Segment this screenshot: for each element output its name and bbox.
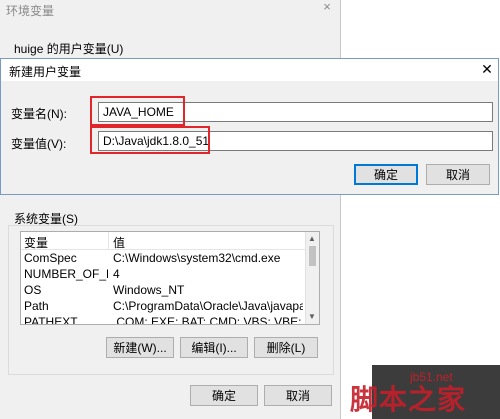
row-variable: NUMBER_OF_PR...: [24, 267, 108, 281]
new-system-var-button[interactable]: 新建(W)...: [106, 337, 174, 358]
row-variable: ComSpec: [24, 251, 77, 265]
name-highlight-box: [90, 96, 185, 126]
table-row[interactable]: Path C:\ProgramData\Oracle\Java\javapath…: [21, 298, 305, 314]
scroll-up-icon[interactable]: ▲: [308, 234, 316, 243]
env-cancel-button[interactable]: 取消: [264, 385, 332, 406]
close-icon[interactable]: ✕: [479, 61, 495, 78]
scrollbar-thumb[interactable]: [309, 246, 316, 266]
column-header-variable[interactable]: 变量: [24, 234, 48, 251]
new-dialog-cancel-button[interactable]: 取消: [426, 164, 490, 185]
table-row[interactable]: NUMBER_OF_PR... 4: [21, 266, 305, 282]
table-vertical-scrollbar[interactable]: ▲ ▼: [305, 232, 319, 324]
env-dialog-title: 环境变量: [6, 4, 55, 18]
edit-system-var-button[interactable]: 编辑(I)...: [180, 337, 248, 358]
user-vars-group-label: huige 的用户变量(U): [14, 42, 124, 56]
row-value: Windows_NT: [113, 283, 185, 297]
watermark-logo-text: 脚本之家: [350, 384, 467, 415]
scroll-down-icon[interactable]: ▼: [308, 312, 316, 321]
value-highlight-box: [90, 126, 210, 154]
system-vars-group-label: 系统变量(S): [14, 212, 78, 226]
table-row[interactable]: ComSpec C:\Windows\system32\cmd.exe: [21, 250, 305, 266]
row-value: .COM;.EXE;.BAT;.CMD;.VBS;.VBE;.JS;.JSE;.…: [113, 315, 303, 325]
row-variable: Path: [24, 299, 49, 313]
row-variable: OS: [24, 283, 42, 297]
table-row[interactable]: OS Windows_NT: [21, 282, 305, 298]
variable-name-label: 变量名(N):: [11, 107, 67, 121]
delete-system-var-button[interactable]: 删除(L): [254, 337, 318, 358]
new-dialog-title: 新建用户变量: [9, 65, 82, 79]
table-header: 变量 值: [21, 232, 305, 250]
variable-value-label: 变量值(V):: [11, 137, 67, 151]
system-vars-table[interactable]: 变量 值 ComSpec C:\Windows\system32\cmd.exe…: [20, 231, 320, 325]
column-header-value[interactable]: 值: [113, 234, 125, 251]
env-ok-button[interactable]: 确定: [190, 385, 258, 406]
row-variable: PATHEXT: [24, 315, 78, 325]
row-value: 4: [113, 267, 120, 281]
new-user-variable-dialog: 新建用户变量 ✕ 变量名(N): JAVA_HOME 变量值(V): D:\Ja…: [0, 58, 499, 195]
row-value: C:\ProgramData\Oracle\Java\javapath;C...: [113, 299, 303, 313]
env-close-icon[interactable]: ×: [320, 0, 334, 14]
new-dialog-ok-button[interactable]: 确定: [354, 164, 418, 185]
table-row[interactable]: PATHEXT .COM;.EXE;.BAT;.CMD;.VBS;.VBE;.J…: [21, 314, 305, 325]
row-value: C:\Windows\system32\cmd.exe: [113, 251, 281, 265]
